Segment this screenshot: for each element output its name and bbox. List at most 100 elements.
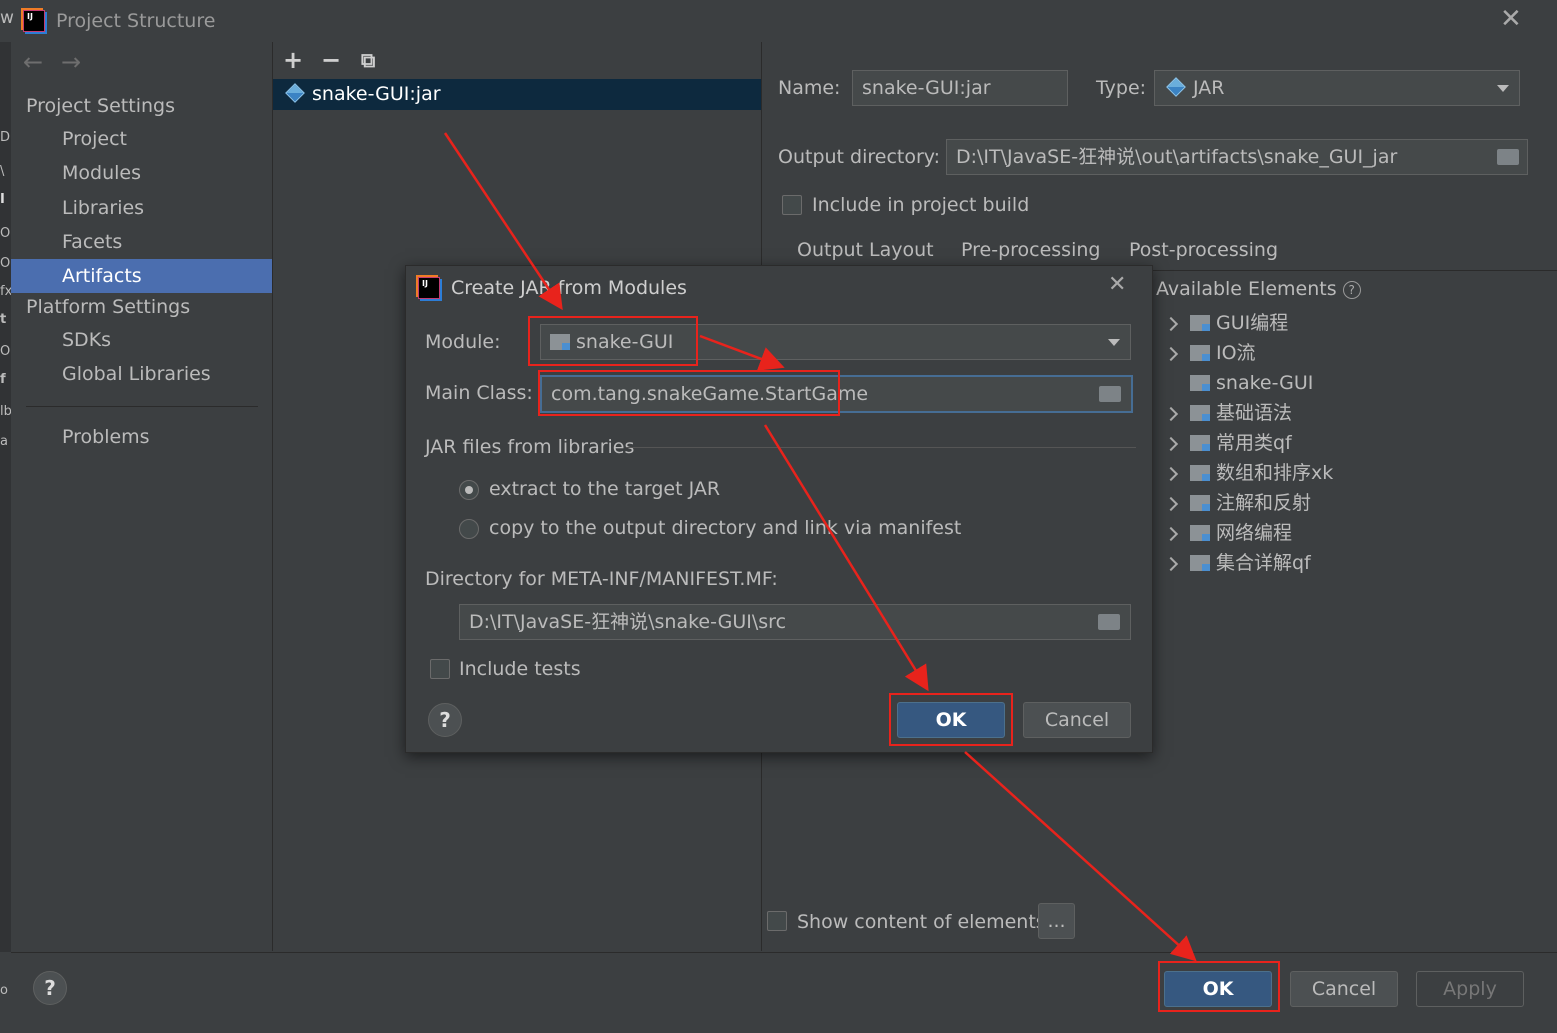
output-directory-input[interactable]: D:\IT\JavaSE-狂神说\out\artifacts\snake_GUI… (946, 139, 1528, 175)
copy-radio-label: copy to the output directory and link vi… (489, 517, 962, 539)
module-folder-icon (1190, 345, 1210, 361)
tree-item[interactable]: 常用类qf (1163, 428, 1292, 458)
ok-button[interactable]: OK (1164, 971, 1272, 1007)
edge-glyph: O (0, 256, 11, 271)
tree-item[interactable]: 注解和反射 (1163, 488, 1312, 518)
name-input[interactable]: snake-GUI:jar (852, 70, 1068, 106)
sidebar-item-sdks[interactable]: SDKs (11, 323, 272, 357)
main-class-label: Main Class: (425, 382, 533, 404)
show-content-label: Show content of elements (797, 911, 1046, 933)
sidebar-item-project[interactable]: Project (11, 122, 272, 156)
more-button[interactable]: ... (1038, 903, 1075, 939)
help-circle-icon[interactable]: ? (1342, 281, 1361, 299)
chevron-down-icon (1497, 85, 1509, 92)
include-tests-label: Include tests (459, 658, 581, 680)
main-class-input[interactable]: com.tang.snakeGame.StartGame (540, 375, 1133, 413)
cancel-button[interactable]: Cancel (1290, 971, 1398, 1007)
underlying-window-edge: D: \ I O O fx t O f lb a (0, 42, 11, 952)
dialog-close-icon[interactable]: ✕ (1108, 272, 1126, 297)
name-label: Name: (778, 77, 841, 99)
artifact-label: snake-GUI:jar (312, 83, 441, 105)
tree-item[interactable]: GUI编程 (1163, 308, 1289, 338)
output-directory-label: Output directory: (778, 146, 941, 168)
back-arrow-icon[interactable]: ← (23, 48, 43, 76)
available-elements-label: Available Elements (1156, 278, 1337, 300)
module-select[interactable]: snake-GUI (540, 324, 1131, 360)
window-close-icon[interactable]: ✕ (1500, 4, 1522, 34)
tree-item-label: 常用类qf (1216, 432, 1292, 454)
tree-item-label: 基础语法 (1216, 402, 1293, 424)
dialog-ok-button[interactable]: OK (897, 702, 1005, 738)
dialog-cancel-button[interactable]: Cancel (1023, 702, 1131, 738)
remove-icon[interactable]: − (321, 46, 341, 74)
sidebar-item-libraries[interactable]: Libraries (11, 191, 272, 225)
tree-item[interactable]: 网络编程 (1163, 518, 1292, 548)
sidebar-item-artifacts[interactable]: Artifacts (11, 259, 272, 293)
tab-post-processing[interactable]: Post-processing (1129, 239, 1278, 261)
chevron-right-icon[interactable] (1163, 496, 1179, 512)
add-icon[interactable]: + (283, 46, 303, 74)
tree-item-label: GUI编程 (1216, 312, 1289, 334)
edge-glyph: fx (0, 284, 11, 299)
edge-glyph: t (0, 312, 7, 327)
folder-icon[interactable] (1099, 386, 1121, 402)
show-content-checkbox[interactable] (767, 911, 787, 931)
sidebar-item-facets[interactable]: Facets (11, 225, 272, 259)
sidebar-item-global-libraries[interactable]: Global Libraries (11, 357, 272, 391)
chevron-right-icon[interactable] (1163, 466, 1179, 482)
footer-bar: ? OK Cancel Apply o (0, 952, 1557, 1033)
forward-arrow-icon[interactable]: → (61, 48, 81, 76)
help-button[interactable]: ? (33, 971, 67, 1005)
tree-item[interactable]: 基础语法 (1163, 398, 1293, 428)
module-folder-icon (1190, 465, 1210, 481)
tree-item-label: 数组和排序xk (1216, 462, 1334, 484)
folder-icon[interactable] (1497, 149, 1519, 165)
extract-radio-label: extract to the target JAR (489, 478, 721, 500)
tree-item[interactable]: snake-GUI (1166, 368, 1313, 398)
edge-glyph: o (0, 983, 8, 998)
sidebar-item-modules[interactable]: Modules (11, 156, 272, 190)
tree-item[interactable]: IO流 (1163, 338, 1256, 368)
module-value: snake-GUI (576, 331, 674, 353)
apply-button[interactable]: Apply (1416, 971, 1524, 1007)
manifest-dir-input[interactable]: D:\IT\JavaSE-狂神说\snake-GUI\src (459, 604, 1131, 640)
tree-item[interactable]: 集合详解qf (1163, 548, 1311, 578)
chevron-right-icon[interactable] (1163, 556, 1179, 572)
create-jar-dialog: IJ Create JAR from Modules ✕ Module: sna… (405, 265, 1153, 753)
chevron-right-icon[interactable] (1163, 436, 1179, 452)
tab-output-layout[interactable]: Output Layout (797, 239, 934, 261)
chevron-right-icon[interactable] (1163, 316, 1179, 332)
copy-radio[interactable] (459, 519, 479, 539)
module-folder-icon (1190, 495, 1210, 511)
chevron-right-icon[interactable] (1163, 346, 1179, 362)
chevron-right-icon[interactable] (1163, 526, 1179, 542)
module-folder-icon (1190, 525, 1210, 541)
type-label: Type: (1096, 77, 1147, 99)
main-class-value: com.tang.snakeGame.StartGame (551, 383, 869, 405)
platform-settings-heading: Platform Settings (26, 296, 191, 318)
jar-icon (1166, 77, 1186, 97)
chevron-right-icon[interactable] (1163, 406, 1179, 422)
include-tests-checkbox[interactable] (430, 659, 450, 679)
settings-sidebar: ← → Project Settings Project Modules Lib… (11, 42, 273, 951)
tab-pre-processing[interactable]: Pre-processing (961, 239, 1100, 261)
sidebar-item-problems[interactable]: Problems (11, 420, 272, 454)
type-value: JAR (1193, 77, 1225, 99)
module-folder-icon (1190, 375, 1210, 391)
dialog-help-button[interactable]: ? (428, 703, 462, 737)
copy-icon[interactable]: ⧉ (361, 48, 375, 72)
edge-glyph: I (0, 192, 5, 207)
tree-item-label: 注解和反射 (1216, 492, 1312, 514)
include-in-build-checkbox[interactable] (782, 195, 802, 215)
window-title: Project Structure (56, 10, 216, 32)
type-select[interactable]: JAR (1154, 70, 1520, 106)
module-folder-icon (1190, 315, 1210, 331)
extract-radio[interactable] (459, 480, 479, 500)
intellij-icon: IJ (418, 277, 440, 299)
folder-icon[interactable] (1098, 614, 1120, 630)
jar-icon (285, 83, 305, 103)
module-folder-icon (1190, 405, 1210, 421)
tree-item[interactable]: 数组和排序xk (1163, 458, 1334, 488)
sidebar-divider (26, 406, 258, 407)
artifact-list-item[interactable]: snake-GUI:jar (273, 79, 761, 110)
